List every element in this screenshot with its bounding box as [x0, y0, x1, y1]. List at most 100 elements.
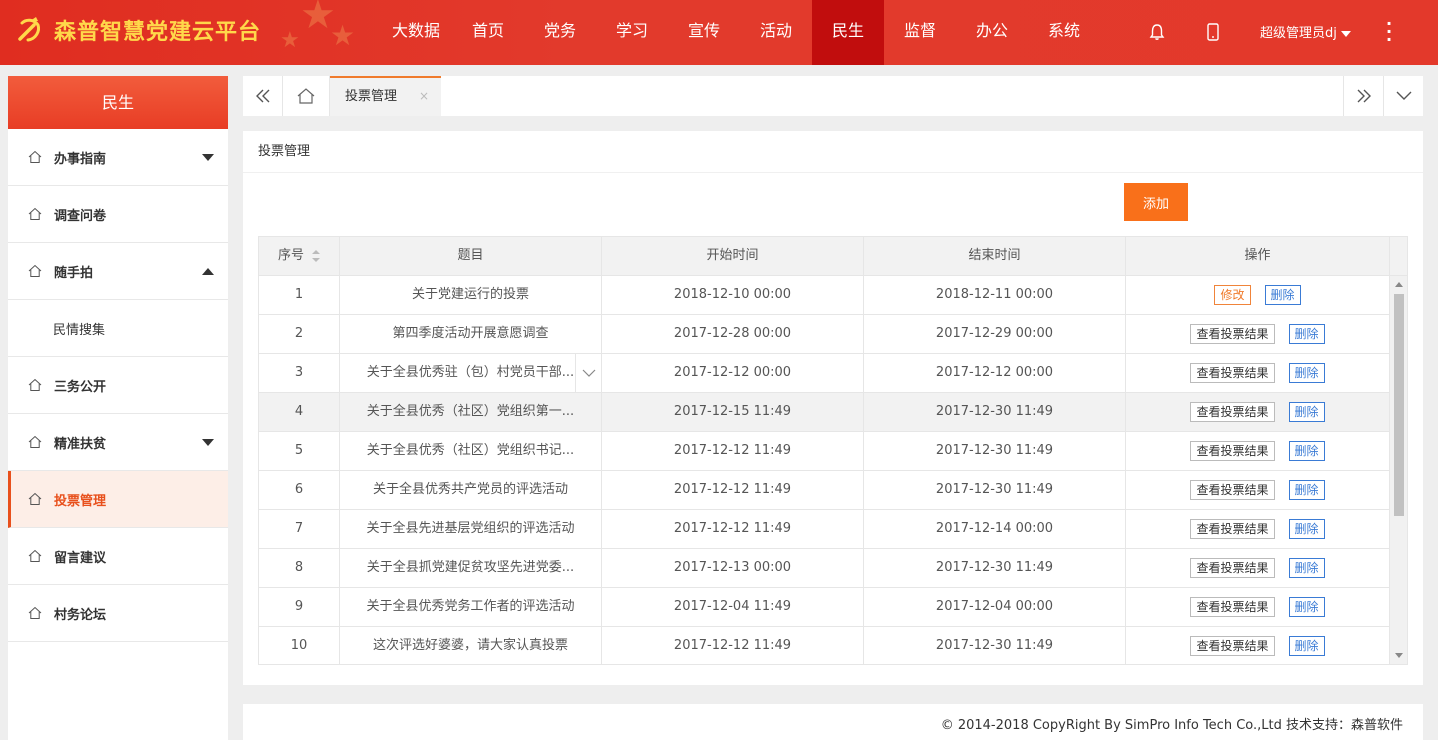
close-icon[interactable]: ×	[419, 78, 429, 115]
scroll-right-button[interactable]	[1343, 76, 1383, 116]
double-chevron-left-icon	[255, 89, 269, 103]
nav-item-3[interactable]: 学习	[596, 0, 668, 65]
nav-item-6[interactable]: 民生	[812, 0, 884, 65]
nav-item-4[interactable]: 宣传	[668, 0, 740, 65]
nav-item-1[interactable]: 首页	[452, 0, 524, 65]
sidebar-item-6[interactable]: 投票管理	[8, 471, 228, 528]
sidebar-item-2[interactable]: 随手拍	[8, 243, 228, 300]
delete-button[interactable]: 删除	[1288, 558, 1325, 578]
sidebar-item-label: 办事指南	[54, 151, 107, 167]
sidebar-item-8[interactable]: 村务论坛	[8, 585, 228, 642]
cell-actions: 查看投票结果 删除	[1126, 315, 1390, 353]
delete-button[interactable]: 删除	[1288, 636, 1325, 656]
sidebar-item-label: 精准扶贫	[54, 436, 107, 452]
nav-item-7[interactable]: 监督	[884, 0, 956, 65]
header-spacer	[1390, 237, 1407, 275]
delete-button[interactable]: 删除	[1288, 402, 1325, 422]
table-row[interactable]: 5 关于全县优秀（社区）党组织书记... 2017-12-12 11:49 2017-…	[259, 432, 1407, 471]
view-results-button[interactable]: 查看投票结果	[1190, 402, 1275, 422]
cell-start-time: 2017-12-12 11:49	[602, 471, 864, 509]
cell-end-time: 2017-12-30 11:49	[864, 549, 1126, 587]
add-button[interactable]: 添加	[1124, 183, 1188, 221]
cell-title: 关于全县优秀（社区）党组织第一...	[340, 393, 602, 431]
home-icon	[28, 492, 42, 505]
mobile-icon[interactable]	[1203, 22, 1223, 42]
home-icon	[28, 378, 42, 391]
table-row[interactable]: 6 关于全县优秀共产党员的评选活动 2017-12-12 11:49 2017-12-…	[259, 471, 1407, 510]
sidebar-item-4[interactable]: 三务公开	[8, 357, 228, 414]
edit-button[interactable]: 修改	[1214, 285, 1251, 305]
cell-actions: 查看投票结果 删除	[1126, 471, 1390, 509]
tab-options-button[interactable]	[1383, 76, 1423, 116]
table-row[interactable]: 3 关于全县优秀驻（包）村党员干部... 2017-12-12 00:00 2017-…	[259, 354, 1407, 393]
sidebar-item-0[interactable]: 办事指南	[8, 129, 228, 186]
cell-start-time: 2017-12-15 11:49	[602, 393, 864, 431]
view-results-button[interactable]: 查看投票结果	[1190, 324, 1275, 344]
more-icon[interactable]: · · ·	[1386, 16, 1392, 48]
sidebar-menu: 办事指南调查问卷随手拍 民情搜集 三务公开精准扶贫投票管理 留言建议 村务论坛	[8, 129, 228, 642]
cell-index: 7	[259, 510, 340, 548]
tab-vote-management[interactable]: 投票管理 ×	[330, 76, 441, 116]
home-tab[interactable]	[283, 76, 330, 116]
cell-title-text: 关于全县抓党建促贫攻坚先进党委...	[366, 560, 575, 575]
nav-item-9[interactable]: 系统	[1028, 0, 1100, 65]
table-row[interactable]: 4 关于全县优秀（社区）党组织第一... 2017-12-15 11:49 2017-…	[259, 393, 1407, 432]
cell-end-time: 2017-12-14 00:00	[864, 510, 1126, 548]
caret-down-icon[interactable]	[202, 439, 214, 446]
cell-title-text: 这次评选好婆婆，请大家认真投票	[372, 638, 568, 653]
delete-button[interactable]: 删除	[1288, 441, 1325, 461]
delete-button[interactable]: 删除	[1288, 363, 1325, 383]
header-index[interactable]: 序号	[259, 237, 340, 275]
expand-cell-button[interactable]	[575, 354, 601, 392]
sidebar-item-1[interactable]: 调查问卷	[8, 186, 228, 243]
cell-end-time: 2017-12-30 11:49	[864, 627, 1126, 664]
table-header: 序号 题目 开始时间 结束时间 操作	[259, 237, 1407, 276]
scroll-thumb[interactable]	[1394, 294, 1404, 516]
home-icon	[28, 150, 42, 163]
cell-actions: 查看投票结果 删除	[1126, 432, 1390, 470]
view-results-button[interactable]: 查看投票结果	[1190, 558, 1275, 578]
view-results-button[interactable]: 查看投票结果	[1190, 519, 1275, 539]
cell-end-time: 2017-12-30 11:49	[864, 432, 1126, 470]
sidebar-item-3[interactable]: 民情搜集	[8, 300, 228, 357]
sort-icon[interactable]	[312, 249, 320, 262]
scroll-left-button[interactable]	[243, 76, 283, 116]
delete-button[interactable]: 删除	[1288, 324, 1325, 344]
table-row[interactable]: 10 这次评选好婆婆，请大家认真投票 2017-12-12 11:49 2017-12…	[259, 627, 1407, 664]
home-icon	[297, 88, 315, 104]
view-results-button[interactable]: 查看投票结果	[1190, 597, 1275, 617]
scroll-down-icon[interactable]	[1395, 653, 1403, 658]
vertical-scrollbar[interactable]	[1390, 276, 1407, 664]
bell-icon[interactable]	[1147, 22, 1167, 42]
view-results-button[interactable]: 查看投票结果	[1190, 363, 1275, 383]
table-row[interactable]: 8 关于全县抓党建促贫攻坚先进党委... 2017-12-13 00:00 2017-…	[259, 549, 1407, 588]
delete-button[interactable]: 删除	[1264, 285, 1301, 305]
scroll-up-icon[interactable]	[1395, 282, 1403, 287]
logo[interactable]: 森普智慧党建云平台	[14, 14, 261, 46]
cell-start-time: 2018-12-10 00:00	[602, 276, 864, 314]
table-row[interactable]: 9 关于全县优秀党务工作者的评选活动 2017-12-04 11:49 2017-12…	[259, 588, 1407, 627]
cell-title-text: 关于全县先进基层党组织的评选活动	[366, 521, 575, 536]
delete-button[interactable]: 删除	[1288, 519, 1325, 539]
cell-start-time: 2017-12-12 11:49	[602, 627, 864, 664]
sidebar-item-7[interactable]: 留言建议	[8, 528, 228, 585]
view-results-button[interactable]: 查看投票结果	[1190, 636, 1275, 656]
nav-item-2[interactable]: 党务	[524, 0, 596, 65]
nav-item-5[interactable]: 活动	[740, 0, 812, 65]
sidebar-item-5[interactable]: 精准扶贫	[8, 414, 228, 471]
nav-item-8[interactable]: 办公	[956, 0, 1028, 65]
table-row[interactable]: 2 第四季度活动开展意愿调查 2017-12-28 00:00 2017-12-29 …	[259, 315, 1407, 354]
nav-item-0[interactable]: 大数据	[380, 0, 452, 65]
delete-button[interactable]: 删除	[1288, 480, 1325, 500]
cell-end-time: 2017-12-12 00:00	[864, 354, 1126, 392]
caret-up-icon[interactable]	[202, 268, 214, 275]
user-menu[interactable]: 超级管理员dj	[1260, 22, 1351, 41]
cell-start-time: 2017-12-12 11:49	[602, 510, 864, 548]
table-row[interactable]: 7 关于全县先进基层党组织的评选活动 2017-12-12 11:49 2017-12…	[259, 510, 1407, 549]
view-results-button[interactable]: 查看投票结果	[1190, 480, 1275, 500]
view-results-button[interactable]: 查看投票结果	[1190, 441, 1275, 461]
caret-down-icon[interactable]	[202, 154, 214, 161]
table-row[interactable]: 1 关于党建运行的投票 2018-12-10 00:00 2018-12-11 00:…	[259, 276, 1407, 315]
delete-button[interactable]: 删除	[1288, 597, 1325, 617]
sidebar-item-label: 调查问卷	[54, 208, 107, 224]
